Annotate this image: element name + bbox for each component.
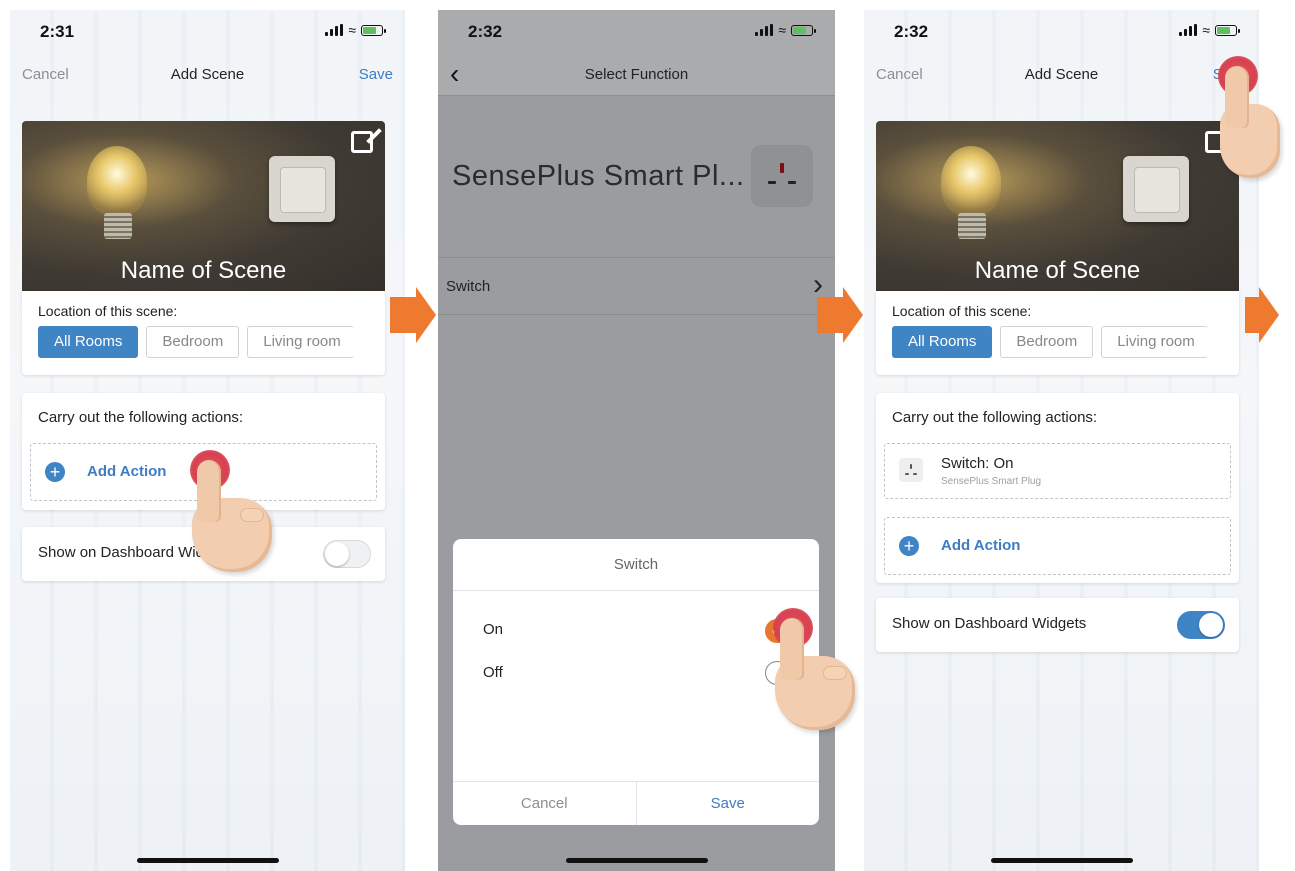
signal-icon xyxy=(325,24,344,36)
add-action-label: Add Action xyxy=(87,463,167,480)
nav-bar: Cancel Add Scene Save xyxy=(864,60,1259,90)
room-chip-living-room[interactable]: Living room xyxy=(1101,326,1209,358)
home-indicator xyxy=(990,858,1133,863)
save-button[interactable]: Save xyxy=(359,66,393,83)
actions-card: Carry out the following actions: Switch:… xyxy=(876,393,1239,583)
plus-icon: + xyxy=(899,536,919,556)
scene-image[interactable]: Name of Scene xyxy=(876,121,1239,291)
location-card: Location of this scene: All Rooms Bedroo… xyxy=(22,291,385,375)
status-time: 2:31 xyxy=(40,22,75,41)
battery-icon xyxy=(791,24,816,36)
action-item[interactable]: Switch: On SensePlus Smart Plug xyxy=(884,443,1231,499)
page-title: Select Function xyxy=(584,66,689,83)
location-label: Location of this scene: xyxy=(38,303,178,319)
home-indicator xyxy=(136,858,279,863)
function-row-label: Switch xyxy=(446,278,491,295)
actions-title: Carry out the following actions: xyxy=(892,409,1098,426)
status-bar: 2:32 ≈ xyxy=(864,10,1259,54)
dashboard-label: Show on Dashboard Widgets xyxy=(892,615,1087,632)
status-time: 2:32 xyxy=(468,22,503,41)
dialog-save-button[interactable]: Save xyxy=(637,782,820,825)
tap-hand-icon xyxy=(188,450,283,585)
nav-bar: ‹ Select Function xyxy=(438,60,835,90)
room-chips: All Rooms Bedroom Living room xyxy=(892,326,1209,358)
scene-image[interactable]: Name of Scene xyxy=(22,121,385,291)
plug-icon xyxy=(899,458,923,482)
add-action-button[interactable]: + Add Action xyxy=(884,517,1231,575)
action-title: Switch: On xyxy=(941,455,1014,472)
dialog-title: Switch xyxy=(453,539,819,591)
signal-icon xyxy=(755,24,774,36)
option-off-label[interactable]: Off xyxy=(483,664,503,681)
status-bar: 2:31 ≈ xyxy=(10,10,405,54)
wifi-icon: ≈ xyxy=(778,22,786,38)
wall-switch-image xyxy=(269,156,335,222)
signal-icon xyxy=(1179,24,1198,36)
battery-icon xyxy=(361,24,386,36)
tap-hand-icon xyxy=(1216,56,1295,191)
wifi-icon: ≈ xyxy=(348,22,356,38)
step-arrow-icon xyxy=(390,287,436,343)
battery-icon xyxy=(1215,24,1240,36)
edit-icon[interactable] xyxy=(351,131,373,153)
phone-screen-add-scene-step3: 2:32 ≈ Cancel Add Scene Save Name of Sce… xyxy=(864,10,1259,871)
option-on-label[interactable]: On xyxy=(483,621,503,638)
nav-bar: Cancel Add Scene Save xyxy=(10,60,405,90)
action-subtitle: SensePlus Smart Plug xyxy=(941,476,1042,487)
room-chip-bedroom[interactable]: Bedroom xyxy=(146,326,240,358)
step-arrow-icon xyxy=(817,287,863,343)
dialog-cancel-button[interactable]: Cancel xyxy=(453,782,637,825)
actions-title: Carry out the following actions: xyxy=(38,409,244,426)
device-name: SensePlus Smart Pl... xyxy=(452,160,745,192)
tap-hand-icon xyxy=(771,608,866,743)
status-time: 2:32 xyxy=(894,22,929,41)
page-title: Add Scene xyxy=(1024,66,1099,83)
wall-switch-image xyxy=(1123,156,1189,222)
dashboard-toggle[interactable] xyxy=(323,540,371,568)
plus-icon: + xyxy=(45,462,65,482)
status-bar: 2:32 ≈ xyxy=(438,10,835,54)
page-title: Add Scene xyxy=(170,66,245,83)
switch-dialog: Switch On ✓ Off Cancel Save xyxy=(453,539,819,825)
room-chip-all-rooms[interactable]: All Rooms xyxy=(892,326,993,358)
room-chip-bedroom[interactable]: Bedroom xyxy=(1000,326,1094,358)
home-indicator xyxy=(565,858,708,863)
location-label: Location of this scene: xyxy=(892,303,1032,319)
plug-icon xyxy=(751,145,813,207)
dashboard-card: Show on Dashboard Widgets xyxy=(876,598,1239,652)
location-card: Location of this scene: All Rooms Bedroo… xyxy=(876,291,1239,375)
lightbulb-image xyxy=(941,146,1001,216)
step-arrow-icon xyxy=(1245,287,1279,343)
phone-screen-add-scene-step1: 2:31 ≈ Cancel Add Scene Save Name of Sce… xyxy=(10,10,405,871)
lightbulb-image xyxy=(87,146,147,216)
add-action-label: Add Action xyxy=(941,537,1021,554)
scene-name[interactable]: Name of Scene xyxy=(22,257,385,285)
function-row-switch[interactable]: Switch › xyxy=(438,257,835,315)
room-chips: All Rooms Bedroom Living room xyxy=(38,326,355,358)
room-chip-all-rooms[interactable]: All Rooms xyxy=(38,326,139,358)
dashboard-toggle[interactable] xyxy=(1177,611,1225,639)
wifi-icon: ≈ xyxy=(1202,22,1210,38)
room-chip-living-room[interactable]: Living room xyxy=(247,326,355,358)
scene-name[interactable]: Name of Scene xyxy=(876,257,1239,285)
